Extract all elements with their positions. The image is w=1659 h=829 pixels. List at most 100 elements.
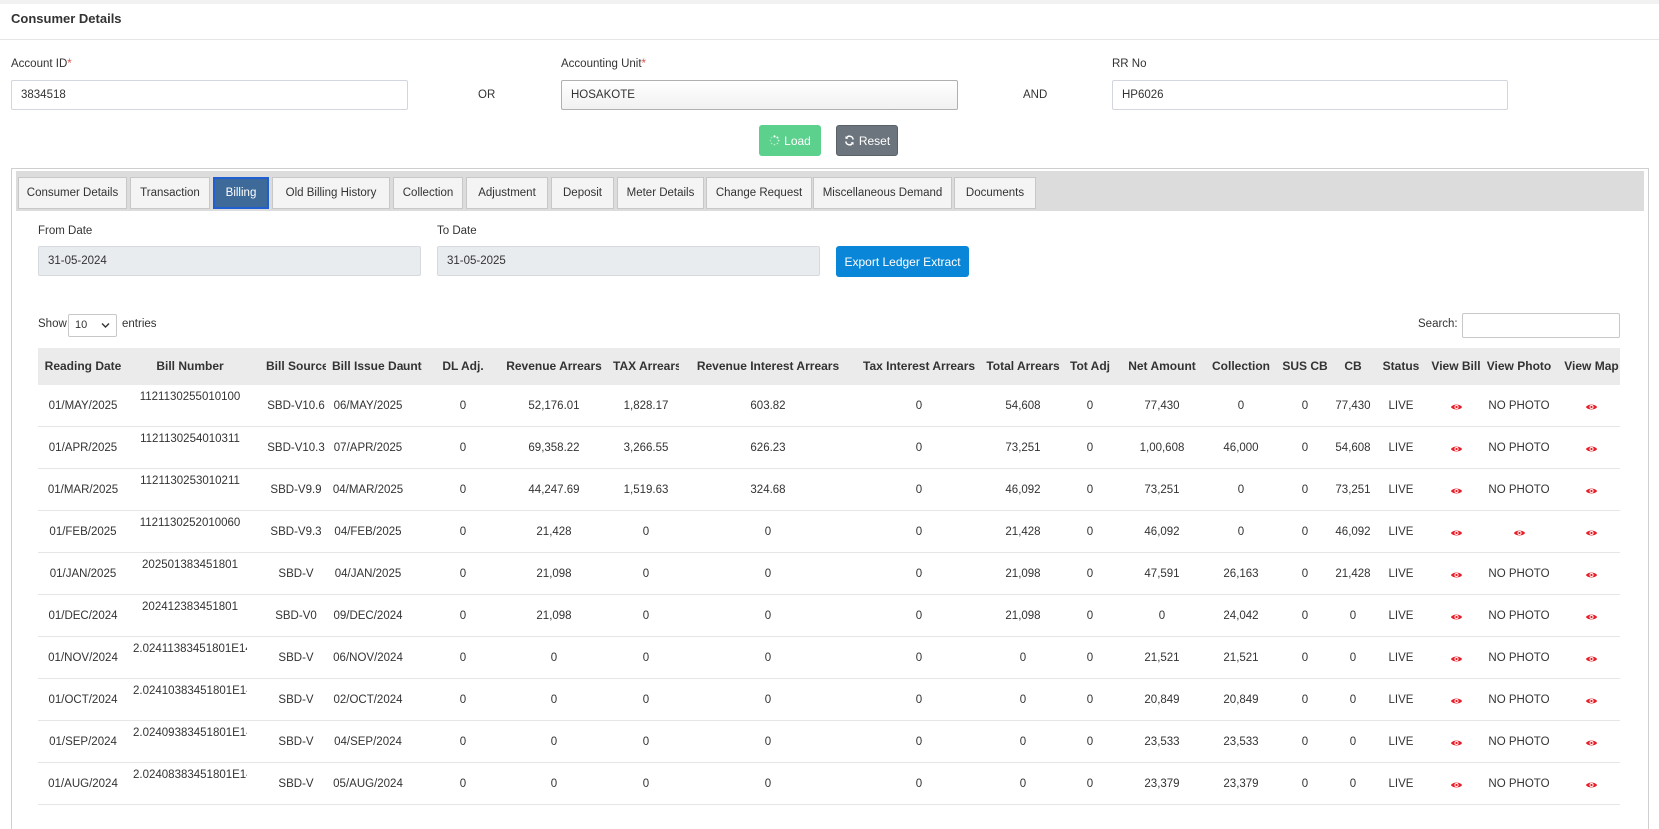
column-header-view-photo[interactable]: View Photo [1476, 348, 1562, 385]
tab-consumer-details[interactable]: Consumer Details [18, 177, 127, 209]
eye-icon[interactable] [1585, 553, 1598, 595]
column-header-dl-adj[interactable]: DL Adj. [437, 348, 489, 385]
column-header-bill-source[interactable]: Bill Source [266, 348, 326, 385]
tab-deposit[interactable]: Deposit [551, 177, 614, 209]
entries-per-page-select[interactable]: 10 [68, 314, 117, 337]
eye-icon[interactable] [1585, 469, 1598, 511]
cell-tax-interest-arrears: 0 [915, 526, 923, 538]
tab-miscellaneous-demand[interactable]: Miscellaneous Demand [813, 177, 952, 209]
cell-bill-number: 1121130254010311 [140, 433, 240, 445]
tab-collection[interactable]: Collection [393, 177, 463, 209]
cell-tax-interest-arrears: 0 [915, 736, 923, 748]
cell-unt [403, 679, 425, 721]
cell-sus-cb: 0 [1301, 736, 1309, 748]
eye-icon[interactable] [1585, 763, 1598, 805]
tab-billing[interactable]: Billing [213, 177, 269, 209]
eye-icon[interactable] [1450, 511, 1463, 553]
cell-dl-adj: 0 [459, 442, 467, 454]
column-header-tot-adj[interactable]: Tot Adj [1063, 348, 1117, 385]
cell-tot-adj: 0 [1086, 652, 1094, 664]
column-header-view-bill[interactable]: View Bill [1429, 348, 1483, 385]
column-header-net-amount[interactable]: Net Amount [1122, 348, 1202, 385]
column-header-unt[interactable]: unt [403, 348, 425, 385]
view-bill-cell [1429, 385, 1483, 427]
column-header-status[interactable]: Status [1378, 348, 1424, 385]
column-header-tax-interest-arrears[interactable]: Tax Interest Arrears [863, 348, 975, 385]
tab-change-request[interactable]: Change Request [706, 177, 812, 209]
cell-revenue-arrears: 0 [550, 694, 558, 706]
cell-view-photo: NO PHOTO [1488, 568, 1550, 580]
eye-icon[interactable] [1585, 721, 1598, 763]
from-date-input[interactable]: 31-05-2024 [38, 246, 421, 276]
cell-tax-interest-arrears: 0 [915, 778, 923, 790]
column-header-bill-number[interactable]: Bill Number [133, 348, 247, 385]
reset-button[interactable]: Reset [836, 125, 898, 156]
eye-icon[interactable] [1585, 427, 1598, 469]
eye-icon[interactable] [1450, 679, 1463, 721]
cell-tot-adj: 0 [1086, 526, 1094, 538]
cell-view-photo: NO PHOTO [1488, 652, 1550, 664]
column-header-revenue-interest-arrears[interactable]: Revenue Interest Arrears [684, 348, 852, 385]
column-header-reading-date[interactable]: Reading Date [38, 348, 128, 385]
export-ledger-extract-button[interactable]: Export Ledger Extract [836, 246, 969, 277]
eye-icon[interactable] [1450, 427, 1463, 469]
view-bill-cell [1429, 679, 1483, 721]
tab-meter-details[interactable]: Meter Details [617, 177, 704, 209]
eye-icon[interactable] [1450, 721, 1463, 763]
entries-per-page-value: 10 [75, 319, 88, 331]
cell-net-amount: 21,521 [1144, 652, 1180, 664]
eye-icon[interactable] [1450, 385, 1463, 427]
cell-net-amount: 20,849 [1144, 694, 1180, 706]
accounting-unit-select[interactable]: HOSAKOTE [561, 80, 958, 110]
eye-icon[interactable] [1585, 595, 1598, 637]
view-bill-cell [1429, 511, 1483, 553]
account-id-input[interactable]: 3834518 [11, 80, 408, 110]
tab-transaction[interactable]: Transaction [130, 177, 210, 209]
eye-icon[interactable] [1450, 637, 1463, 679]
cell-revenue-interest-arrears: 0 [764, 736, 772, 748]
eye-icon[interactable] [1450, 595, 1463, 637]
tab-adjustment[interactable]: Adjustment [466, 177, 548, 209]
from-date-label: From Date [38, 225, 93, 237]
cell-status: LIVE [1388, 736, 1414, 748]
cell-dl-adj: 0 [459, 568, 467, 580]
cell-revenue-arrears: 44,247.69 [528, 484, 580, 496]
cell-status: LIVE [1388, 526, 1414, 538]
eye-icon[interactable] [1450, 553, 1463, 595]
cell-total-arrears: 21,098 [1005, 568, 1041, 580]
cell-dl-adj: 0 [459, 736, 467, 748]
column-header-sus-cb[interactable]: SUS CB [1281, 348, 1329, 385]
cell-net-amount: 47,591 [1144, 568, 1180, 580]
rr-no-input[interactable]: HP6026 [1112, 80, 1508, 110]
cell-cb: 0 [1349, 736, 1357, 748]
eye-icon[interactable] [1450, 763, 1463, 805]
cell-bill-issue-date: 06/MAY/2025 [333, 400, 403, 412]
cell-unt [403, 385, 425, 427]
cell-revenue-arrears: 21,428 [536, 526, 572, 538]
eye-icon[interactable] [1585, 679, 1598, 721]
eye-icon[interactable] [1513, 511, 1526, 553]
to-date-input[interactable]: 31-05-2025 [437, 246, 820, 276]
table-search-input[interactable] [1462, 313, 1620, 338]
eye-icon[interactable] [1450, 469, 1463, 511]
column-header-revenue-arrears[interactable]: Revenue Arrears [500, 348, 608, 385]
cell-collection: 24,042 [1223, 610, 1259, 622]
tab-old-billing-history[interactable]: Old Billing History [272, 177, 390, 209]
column-header-view-map[interactable]: View Map [1563, 348, 1620, 385]
eye-icon[interactable] [1585, 637, 1598, 679]
cell-bill-source: SBD-V [278, 736, 314, 748]
tab-documents[interactable]: Documents [954, 177, 1036, 209]
eye-icon[interactable] [1585, 511, 1598, 553]
cell-tot-adj: 0 [1086, 610, 1094, 622]
table-row: 01/DEC/2024 202412383451801 SBD-V0 09/DEC/2… [38, 595, 1620, 637]
eye-icon[interactable] [1585, 385, 1598, 427]
cell-collection: 23,533 [1223, 736, 1259, 748]
column-header-total-arrears[interactable]: Total Arrears [986, 348, 1060, 385]
load-button[interactable]: Load [759, 125, 821, 156]
view-map-cell [1563, 721, 1620, 763]
column-header-cb[interactable]: CB [1332, 348, 1374, 385]
view-photo-cell [1476, 511, 1562, 553]
column-header-bill-issue-date[interactable]: Bill Issue Date [332, 348, 404, 385]
column-header-tax-arrears[interactable]: TAX Arrears [613, 348, 679, 385]
column-header-collection[interactable]: Collection [1204, 348, 1278, 385]
